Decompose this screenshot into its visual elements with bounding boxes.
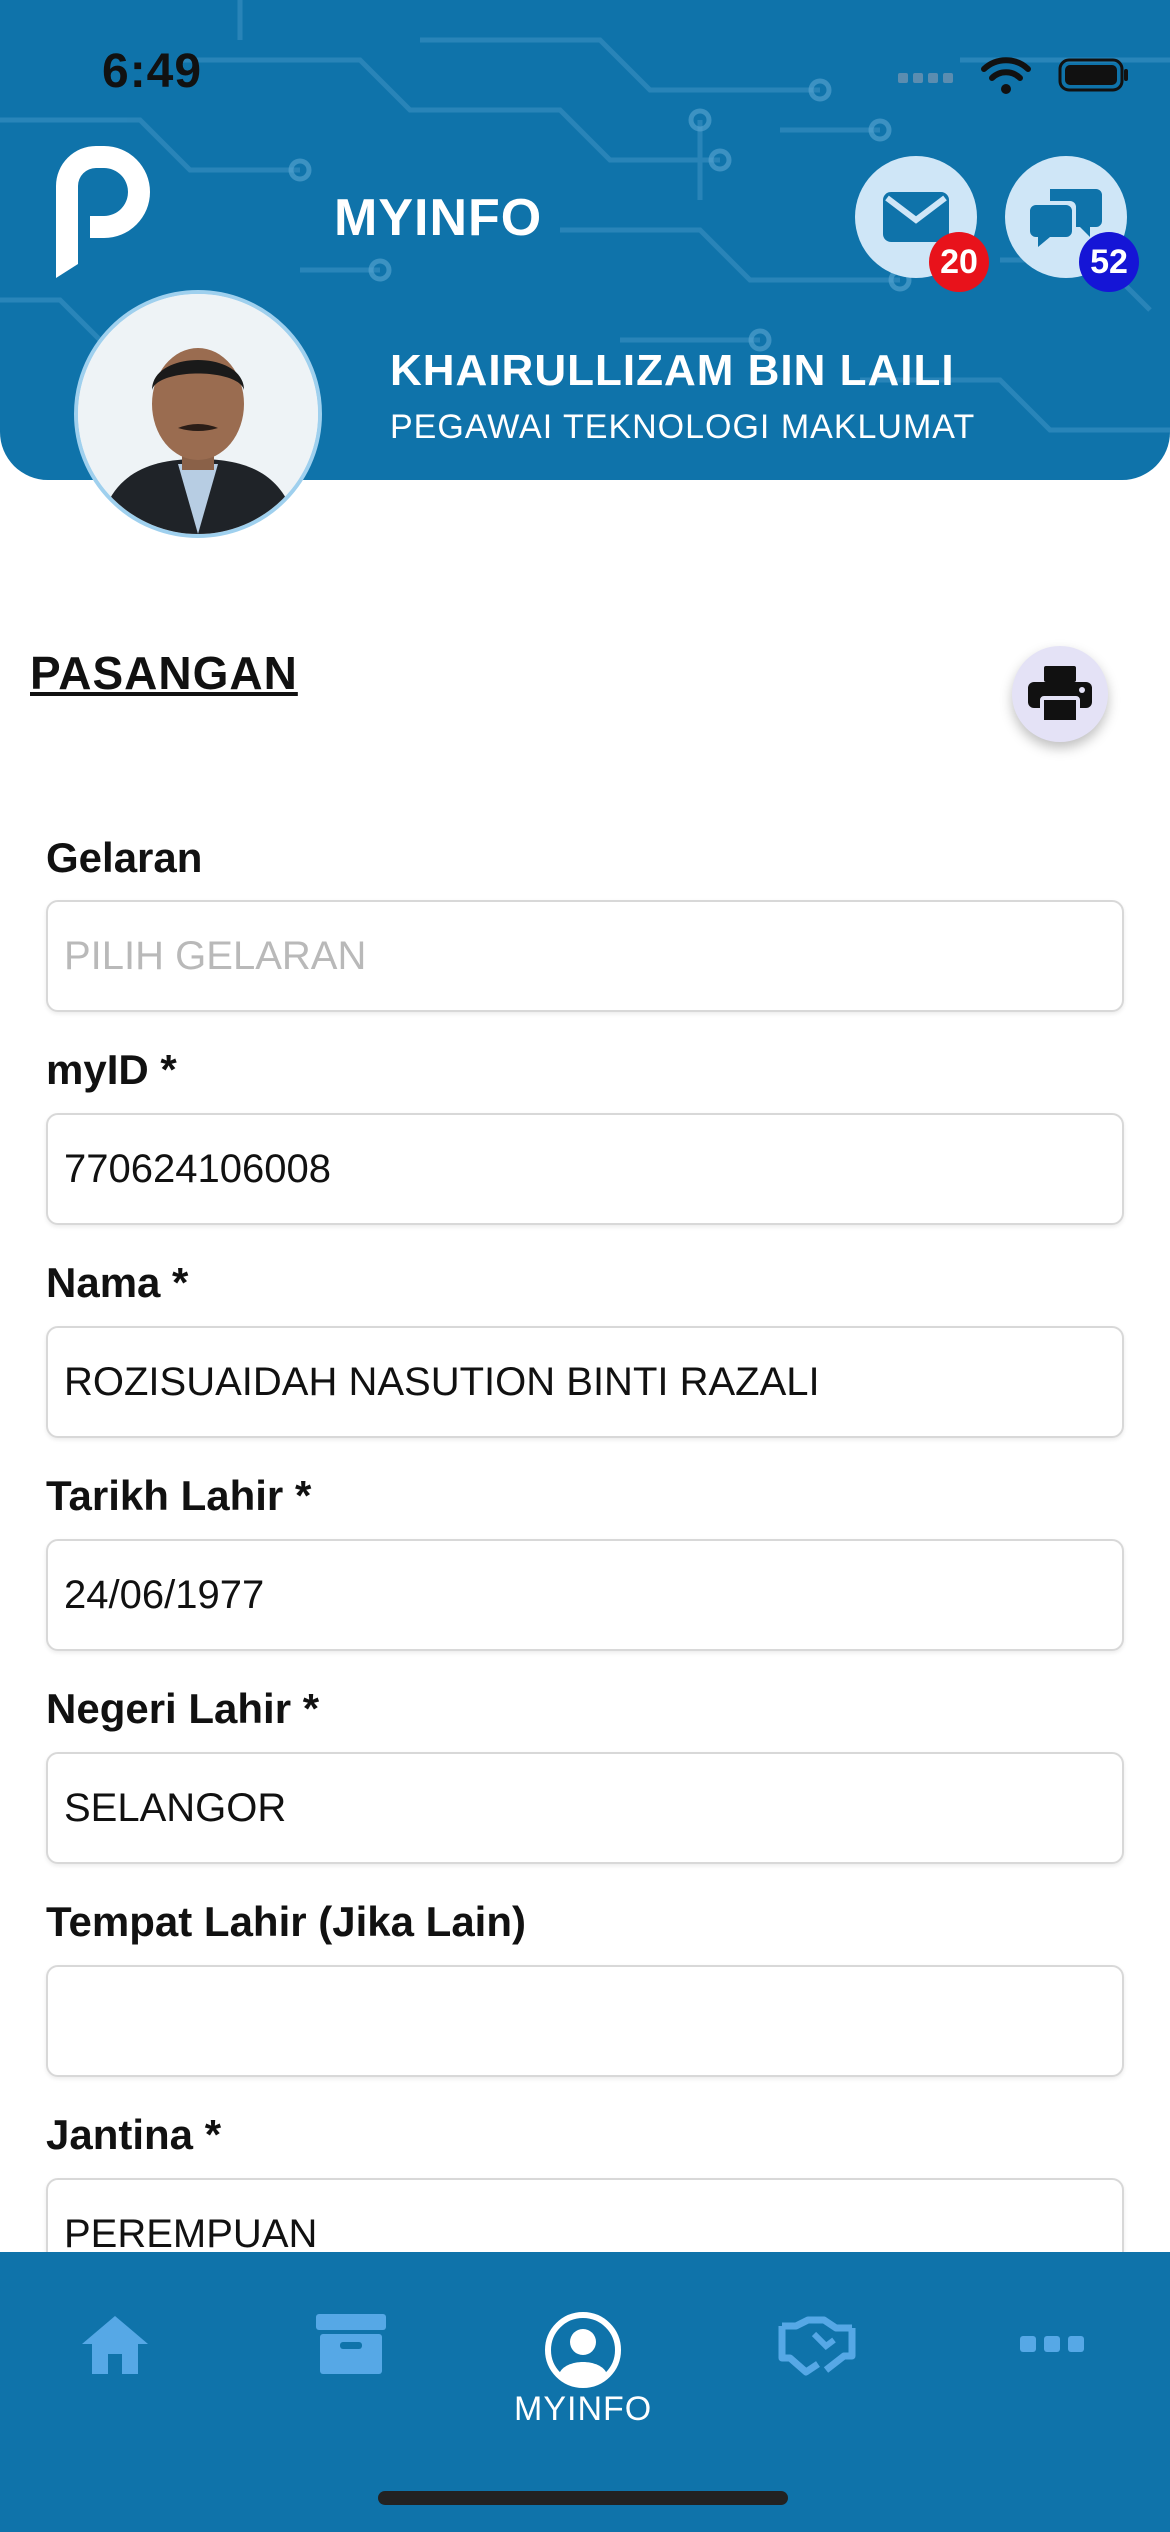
field-label-myid: myID * <box>46 1046 177 1093</box>
tab-myinfo-label: MYINFO <box>514 2390 653 2428</box>
profile-photo <box>78 294 318 534</box>
tab-home[interactable] <box>78 2312 152 2432</box>
home-icon <box>82 2316 148 2374</box>
field-label-tempat-lahir: Tempat Lahir (Jika Lain) <box>46 1898 526 1945</box>
home-indicator <box>378 2491 788 2505</box>
tarikh-lahir-field[interactable]: 24/06/1977 <box>46 1539 1124 1651</box>
user-role: PEGAWAI TEKNOLOGI MAKLUMAT <box>390 408 976 446</box>
avatar <box>74 290 322 538</box>
inbox-button[interactable]: 20 <box>855 156 989 292</box>
user-circle-icon <box>545 2312 622 2388</box>
mail-icon <box>883 192 949 242</box>
mail-count-badge: 20 <box>929 232 989 292</box>
printer-icon <box>1028 666 1092 722</box>
tab-myinfo[interactable]: MYINFO <box>514 2312 652 2432</box>
field-label-jantina: Jantina * <box>46 2111 222 2158</box>
tab-archive[interactable] <box>316 2312 386 2432</box>
app-logo <box>56 146 150 278</box>
nama-field[interactable]: ROZISUAIDAH NASUTION BINTI RAZALI <box>46 1326 1124 1438</box>
tab-more[interactable] <box>1018 2312 1086 2432</box>
tempat-lahir-field[interactable] <box>46 1965 1124 2077</box>
field-label-tarikh-lahir: Tarikh Lahir * <box>46 1472 312 1519</box>
handshake-icon <box>778 2316 856 2376</box>
status-icons <box>898 50 1130 100</box>
wifi-icon <box>981 57 1031 94</box>
user-name: KHAIRULLIZAM BIN LAILI <box>390 346 955 395</box>
more-icon <box>1020 2336 1084 2352</box>
myid-field[interactable]: 770624106008 <box>46 1113 1124 1225</box>
page-title: MYINFO <box>334 189 543 247</box>
status-time: 6:49 <box>102 45 203 98</box>
field-label-nama: Nama * <box>46 1259 189 1306</box>
field-label-gelaran: Gelaran <box>46 834 203 881</box>
field-label-negeri-lahir: Negeri Lahir * <box>46 1685 320 1732</box>
archive-icon <box>316 2314 386 2374</box>
signal-icon <box>898 73 953 83</box>
tab-handshake[interactable] <box>778 2312 860 2432</box>
bottom-tab-bar: MYINFO <box>0 2252 1170 2532</box>
print-button[interactable] <box>1012 646 1108 742</box>
chat-count-badge: 52 <box>1079 232 1139 292</box>
section-title: PASANGAN <box>30 647 298 699</box>
battery-icon <box>1058 58 1128 92</box>
gelaran-select[interactable]: PILIH GELARAN <box>46 900 1124 1012</box>
negeri-lahir-field[interactable]: SELANGOR <box>46 1752 1124 1864</box>
messages-button[interactable]: 52 <box>1005 156 1139 292</box>
